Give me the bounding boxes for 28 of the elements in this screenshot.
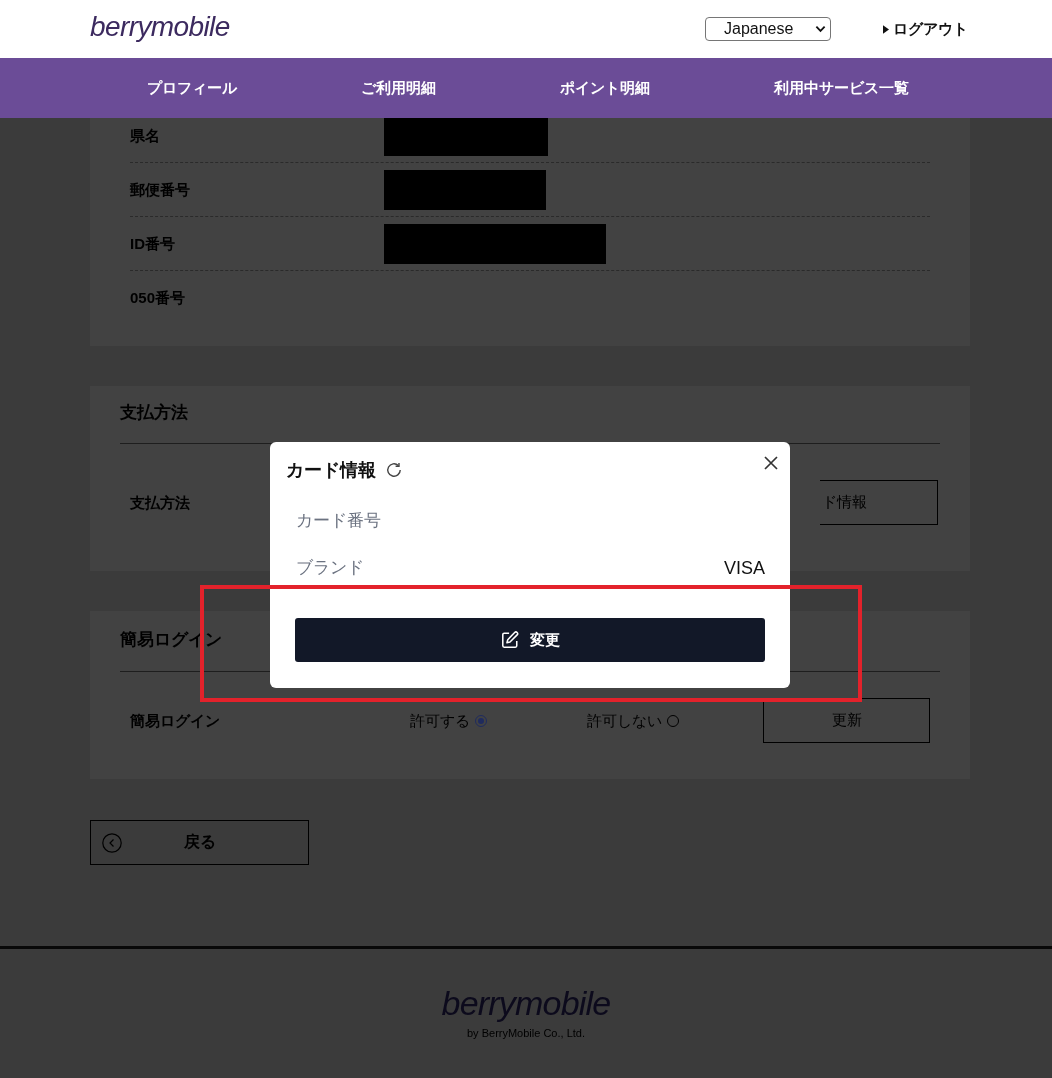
- nav-link[interactable]: 利用中サービス一覧: [774, 78, 909, 98]
- row-label: 県名: [130, 125, 160, 146]
- chevron-down-icon: [815, 25, 826, 33]
- row-label: ID番号: [130, 233, 175, 254]
- close-icon[interactable]: [764, 456, 778, 470]
- logout-link[interactable]: ログアウト: [883, 19, 968, 39]
- row-label: 郵便番号: [130, 179, 190, 200]
- edit-icon: [500, 631, 519, 649]
- row-label: 支払方法: [130, 492, 190, 513]
- dialog-title: カード情報: [286, 459, 376, 482]
- nav-link[interactable]: ご利用明細: [361, 78, 436, 98]
- refresh-icon[interactable]: [386, 462, 402, 478]
- row-label: 簡易ログイン: [130, 710, 220, 731]
- nav-link[interactable]: ポイント明細: [560, 78, 650, 98]
- section-title: 支払方法: [120, 402, 188, 424]
- nav-link[interactable]: プロフィール: [147, 78, 237, 98]
- radio-label: 許可する: [410, 710, 470, 731]
- row-label: 050番号: [130, 287, 186, 308]
- change-button[interactable]: 変更: [295, 618, 765, 662]
- triangle-icon: [883, 24, 889, 34]
- field-label: カード番号: [296, 510, 381, 532]
- brand-logo: berrymobile: [90, 10, 230, 44]
- copyright-text: by BerryMobile Co., Ltd.: [467, 1026, 585, 1040]
- field-label: ブランド: [296, 557, 364, 579]
- radio-label: 許可しない: [587, 710, 662, 731]
- chevron-left-circle-icon: [102, 832, 122, 853]
- field-value: VISA: [723, 557, 765, 580]
- language-select[interactable]: Japanese: [705, 17, 831, 41]
